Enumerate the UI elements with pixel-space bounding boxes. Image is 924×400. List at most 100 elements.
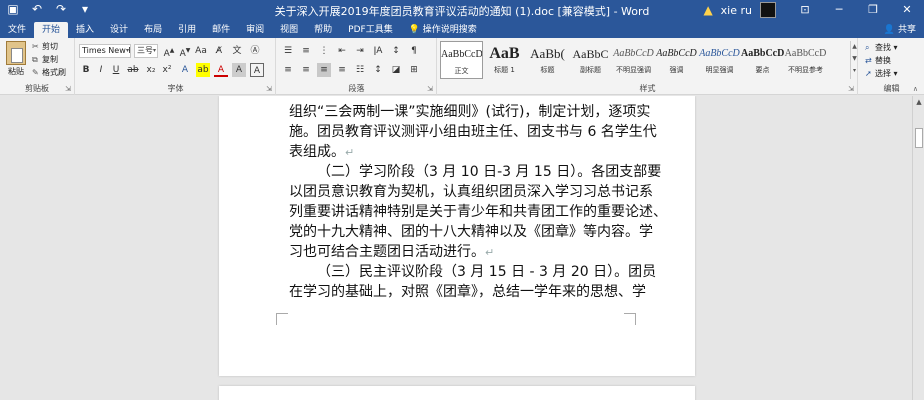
dialog-launcher-icon[interactable]: ⇲ [427,85,433,93]
bullets-icon[interactable]: ☰ [281,44,295,58]
change-case-icon[interactable]: Aa [194,44,208,58]
dialog-launcher-icon[interactable]: ⇲ [848,85,854,93]
line-spacing-icon[interactable]: ↕ [371,63,385,77]
scrollbar-thumb[interactable] [915,128,923,148]
find-button[interactable]: ⌕ 查找 ▾ [865,42,898,53]
document-page[interactable]: 组织“三会两制一课”实施细则》(试行)，制定计划，逐项实 施。团员教育评议测评小… [219,96,695,376]
font-color-icon[interactable]: A [214,63,228,77]
text-line[interactable]: 组织“三会两制一课”实施细则》(试行)，制定计划，逐项实 [289,102,650,122]
italic-icon[interactable]: I [94,63,108,77]
character-shading-icon[interactable]: A [232,63,246,77]
warning-icon[interactable]: ▲ [703,3,712,17]
shading-icon[interactable]: ◪ [389,63,403,77]
styles-gallery-scroll[interactable]: ▲ ▼ ▾ [850,41,858,79]
user-name[interactable]: xie ru [721,4,752,17]
text-line[interactable]: 在学习的基础上，对照《团章》，总结一学年来的思想、学 [289,282,646,302]
font-name-select[interactable]: Times New R ▾ [79,44,131,58]
clear-formatting-icon[interactable]: A̸ [212,44,226,58]
tab-layout[interactable]: 布局 [136,22,170,38]
restore-icon[interactable]: ❐ [856,0,890,20]
decrease-indent-icon[interactable]: ⇤ [335,44,349,58]
font-size-select[interactable]: 三号 ▾ [134,44,158,58]
text-line[interactable]: （二）学习阶段（3 月 10 日-3 月 15 日）。各团支部要 [289,162,661,182]
share-button[interactable]: 👤 共享 [884,22,916,35]
style-title[interactable]: AaBb(标题 [526,41,569,79]
shrink-font-icon[interactable]: A▼ [178,44,192,59]
show-marks-icon[interactable]: ¶ [407,44,421,58]
strikethrough-icon[interactable]: ab [126,63,140,77]
align-left-icon[interactable]: ≡ [281,63,295,77]
borders-icon[interactable]: ⊞ [407,63,421,77]
justify-icon[interactable]: ≡ [317,63,331,77]
replace-button[interactable]: ⇄ 替换 [865,55,891,66]
tab-file[interactable]: 文件 [0,22,34,38]
text-effects-icon[interactable]: A [178,63,192,77]
avatar[interactable] [760,2,776,18]
save-icon[interactable]: ▣ [6,2,20,16]
more-icon[interactable]: ▾ [851,65,858,77]
style-strong[interactable]: AaBbCcD 要点 [741,41,784,79]
document-page-next[interactable] [219,386,695,400]
text-line[interactable]: 党的十九大精神、团的十八大精神以及《团章》等内容。学 [289,222,653,242]
grow-font-icon[interactable]: A▲ [162,44,176,59]
tell-me-search[interactable]: 💡 操作说明搜索 [409,22,477,38]
style-heading-1[interactable]: AaB 标题 1 [483,41,526,79]
distributed-icon[interactable]: ☷ [353,63,367,77]
document-area[interactable]: 组织“三会两制一课”实施细则》(试行)，制定计划，逐项实 施。团员教育评议测评小… [0,96,924,400]
tab-references[interactable]: 引用 [170,22,204,38]
format-painter-button[interactable]: ✎ 格式刷 [32,67,66,78]
cut-button[interactable]: ✂ 剪切 [32,41,58,52]
tab-help[interactable]: 帮助 [306,22,340,38]
text-line-container[interactable]: 表组成。↵ [289,142,629,163]
sort-icon[interactable]: ↕ [389,44,403,58]
customize-icon[interactable]: ▾ [78,2,92,16]
collapse-ribbon-icon[interactable]: ∧ [913,85,918,93]
copy-button[interactable]: ⧉ 复制 [32,54,58,65]
numbering-icon[interactable]: ≡ [299,44,313,58]
text-line-container[interactable]: 习也可结合主题团日活动进行。↵ [289,242,629,263]
character-border-icon[interactable]: A [250,63,264,77]
superscript-icon[interactable]: x² [160,63,174,77]
redo-icon[interactable]: ↷ [54,2,68,16]
tab-pdf-tools[interactable]: PDF工具集 [340,22,401,38]
minimize-icon[interactable]: ─ [822,0,856,20]
tab-mailings[interactable]: 邮件 [204,22,238,38]
dialog-launcher-icon[interactable]: ⇲ [65,85,71,93]
align-center-icon[interactable]: ≡ [299,63,313,77]
style-normal[interactable]: AaBbCcD 正文 [440,41,483,79]
select-button[interactable]: ➚ 选择 ▾ [865,68,898,79]
tab-view[interactable]: 视图 [272,22,306,38]
dialog-launcher-icon[interactable]: ⇲ [266,85,272,93]
style-subtle-emphasis[interactable]: AaBbCcD 不明显强调 [612,41,655,79]
bold-icon[interactable]: B [79,63,93,77]
close-icon[interactable]: ✕ [890,0,924,20]
align-right-icon[interactable]: ≡ [335,63,349,77]
text-line[interactable]: （三）民主评议阶段（3 月 15 日 - 3 月 20 日）。团员 [289,262,656,282]
text-line[interactable]: 以团员意识教育为契机，认真组织团员深入学习习总书记系 [289,182,653,202]
enclose-characters-icon[interactable]: Ⓐ [248,44,262,58]
highlight-icon[interactable]: ab [196,63,210,77]
paste-button[interactable]: 粘贴 [4,41,28,77]
style-intense-emphasis[interactable]: AaBbCcD 明显强调 [698,41,741,79]
chinese-layout-icon[interactable]: ǀA [371,44,385,58]
ribbon-display-options-icon[interactable]: ⊡ [788,0,822,20]
undo-icon[interactable]: ↶ [30,2,44,16]
text-line[interactable]: 施。团员教育评议测评小组由班主任、团支书与 6 名学生代 [289,122,657,142]
chevron-up-icon[interactable]: ▲ [851,41,858,53]
multilevel-list-icon[interactable]: ⋮ [317,44,331,58]
increase-indent-icon[interactable]: ⇥ [353,44,367,58]
scroll-up-icon[interactable]: ▲ [913,96,924,108]
underline-icon[interactable]: U [109,63,123,77]
tab-home[interactable]: 开始 [34,22,69,38]
subscript-icon[interactable]: x₂ [144,63,158,77]
chevron-down-icon[interactable]: ▼ [851,53,858,65]
tab-review[interactable]: 审阅 [238,22,272,38]
phonetic-guide-icon[interactable]: 文 [230,44,244,58]
tab-insert[interactable]: 插入 [68,22,102,38]
text-line[interactable]: 列重要讲话精神特别是关于青少年和共青团工作的重要论述、 [289,202,667,222]
style-subtitle[interactable]: AaBbC 副标题 [569,41,612,79]
style-emphasis[interactable]: AaBbCcD 强调 [655,41,698,79]
vertical-scrollbar[interactable]: ▲ [912,96,924,400]
tab-design[interactable]: 设计 [102,22,136,38]
style-subtle-reference[interactable]: AaBbCcD 不明显参考 [784,41,827,79]
